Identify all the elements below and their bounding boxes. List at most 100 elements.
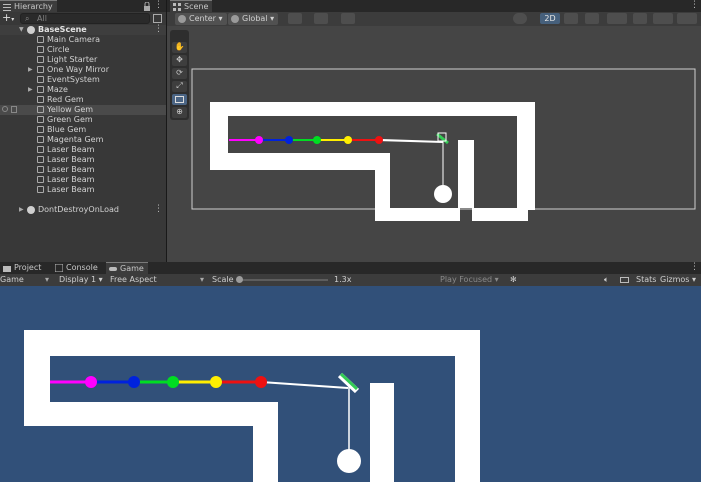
hierarchy-item[interactable]: Light Starter [0,55,166,65]
camera-icon[interactable] [653,13,673,24]
hierarchy-item-label: One Way Mirror [47,65,109,74]
collapsed-arrow-icon[interactable]: ▶ [28,85,34,95]
gameobject-cube-icon [37,56,44,63]
pivot-dropdown[interactable]: Center ▾ [175,13,227,25]
kebab-menu-icon[interactable]: ⋮ [154,0,163,12]
keyboard-icon[interactable] [620,277,629,283]
eye-icon[interactable] [2,106,8,112]
gizmo-icon[interactable] [677,13,697,24]
gameobject-cube-icon [37,96,44,103]
increment-snap-button[interactable] [314,13,328,24]
tab-scene[interactable]: Scene [170,0,213,12]
gameobject-cube-icon [37,156,44,163]
expand-arrow-icon[interactable]: ▼ [19,25,25,35]
kebab-menu-icon[interactable]: ⋮ [690,0,699,12]
hierarchy-item-label: Main Camera [47,35,101,44]
2d-toggle-button[interactable]: 2D [540,13,560,24]
bug-icon[interactable]: ✻ [510,274,517,286]
gameobject-cube-icon [37,136,44,143]
space-dropdown[interactable]: Global ▾ [228,13,279,25]
hierarchy-item-label: Yellow Gem [47,105,94,114]
hierarchy-item[interactable]: Circle [0,45,166,55]
dontdestroy-label: DontDestroyOnLoad [38,205,119,214]
scene-viewport[interactable] [167,26,701,262]
hierarchy-item[interactable]: Blue Gem [0,125,166,135]
dropdown-arrow-icon: ▾ [45,275,50,284]
hierarchy-item-label: Laser Beam [47,145,95,154]
hierarchy-item-label: Laser Beam [47,175,95,184]
tab-game[interactable]: Game [106,262,148,274]
hierarchy-item-label: Laser Beam [47,165,95,174]
add-button[interactable]: +▾ [2,12,18,24]
aspect-dropdown[interactable]: Free Aspect [110,274,157,286]
collapsed-arrow-icon[interactable]: ▶ [28,65,34,75]
game-viewport[interactable] [0,286,701,482]
dontdestroy-row[interactable]: ▶ DontDestroyOnLoad ⋮ [0,204,166,216]
tab-project[interactable]: Project [0,262,45,274]
hierarchy-item-label: Maze [47,85,68,94]
gameobject-cube-icon [37,76,44,83]
kebab-menu-icon[interactable]: ⋮ [154,204,163,216]
search-by-type-icon[interactable] [153,14,162,23]
gizmos-dropdown[interactable]: Gizmos ▾ [660,274,696,286]
console-icon [55,264,63,272]
gameobject-cube-icon [37,106,44,113]
hierarchy-item[interactable]: Red Gem [0,95,166,105]
audio-icon[interactable]: 🔈︎ [604,274,609,286]
gameobject-cube-icon [37,116,44,123]
gameobject-cube-icon [37,36,44,43]
hierarchy-item[interactable]: ▶ Maze [0,85,166,95]
pick-icon[interactable] [11,106,17,113]
hierarchy-item-label: EventSystem [47,75,100,84]
hierarchy-item[interactable]: Magenta Gem [0,135,166,145]
align-button[interactable] [341,13,355,24]
grid-snap-button[interactable] [288,13,302,24]
view-dropdown[interactable]: Game [0,274,24,286]
scene-panel: Scene ⋮ Center ▾ Global ▾ 2D ✋ ✥ ⟳ ⤢ ⊕ [167,0,701,262]
lock-icon[interactable] [143,2,151,11]
hierarchy-item[interactable]: EventSystem [0,75,166,85]
search-icon: ⌕ [25,14,30,23]
hierarchy-item[interactable]: ▶ One Way Mirror [0,65,166,75]
kebab-menu-icon[interactable]: ⋮ [690,262,699,274]
search-input[interactable]: ⌕ All [20,13,150,24]
gamepad-icon [109,267,117,271]
shading-mode-icon[interactable] [513,13,527,24]
hierarchy-item-label: Laser Beam [47,155,95,164]
scale-label: Scale [212,275,234,284]
scene-maze [210,102,535,221]
gameobject-cube-icon [37,176,44,183]
hierarchy-item-label: Magenta Gem [47,135,104,144]
scale-slider-handle[interactable] [236,276,243,283]
scene-row[interactable]: ▼ BaseScene ⋮ [0,24,166,35]
hierarchy-item[interactable]: Laser Beam [0,145,166,155]
hidden-objects-icon[interactable] [633,13,647,24]
hierarchy-item[interactable]: Laser Beam [0,165,166,175]
unity-scene-icon [27,26,35,34]
tab-label: Scene [184,2,209,11]
hierarchy-item[interactable]: Laser Beam [0,185,166,195]
hierarchy-item[interactable]: Laser Beam [0,155,166,165]
audio-icon[interactable] [585,13,599,24]
hierarchy-item-label: Circle [47,45,70,54]
stats-button[interactable]: Stats [636,274,656,286]
hierarchy-item[interactable]: Main Camera [0,35,166,45]
display-dropdown[interactable]: Display 1 ▾ [59,274,103,286]
hierarchy-item[interactable]: Green Gem [0,115,166,125]
gameobject-cube-icon [37,66,44,73]
hierarchy-item-label: Red Gem [47,95,84,104]
folder-icon [3,266,11,272]
gameobject-cube-icon [37,166,44,173]
unity-scene-icon [27,206,35,214]
collapsed-arrow-icon[interactable]: ▶ [19,205,25,215]
play-mode-dropdown[interactable]: Play Focused ▾ [440,274,499,286]
scene-tabbar [167,0,701,12]
search-placeholder: All [37,14,47,23]
light-icon[interactable] [564,13,578,24]
tab-console[interactable]: Console [52,262,102,274]
hierarchy-item[interactable]: Laser Beam [0,175,166,185]
scale-slider[interactable] [238,279,328,281]
list-icon [3,4,11,11]
fx-icon[interactable] [607,13,627,24]
hierarchy-item[interactable]: Yellow Gem [0,105,166,115]
